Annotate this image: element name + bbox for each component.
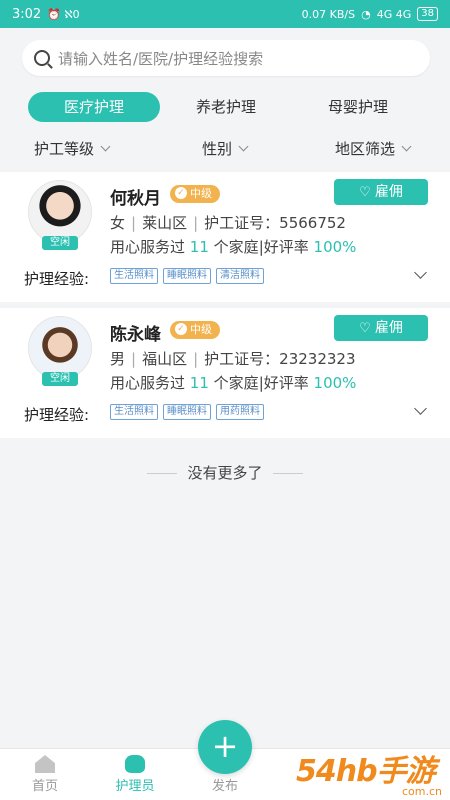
cert-label: 护工证号： [204, 214, 280, 232]
signal-icon: 4G 4G [376, 7, 412, 21]
caregiver-card[interactable]: 空闲 何秋月 中级 ♡雇佣 女 | 莱山区 | 护工证号：5566752 用心服务过 1… [0, 172, 450, 302]
tab-elderly-care[interactable]: 养老护理 [160, 92, 292, 122]
search-placeholder: 请输入姓名/医院/护理经验搜索 [58, 49, 264, 68]
battery-icon: 38 [417, 7, 438, 21]
caregiver-name: 何秋月 [110, 189, 161, 209]
families-count: 11 [189, 374, 209, 392]
experience-label: 护理经验: [24, 270, 90, 288]
home-icon [35, 755, 55, 773]
service-summary: 用心服务过 11 个家庭|好评率 100% [110, 236, 356, 257]
cert-number: 23232323 [279, 350, 356, 368]
experience-tag: 生活照料 [110, 268, 158, 284]
experience-tag: 生活照料 [110, 404, 158, 420]
tab-maternal-care[interactable]: 母婴护理 [292, 92, 424, 122]
end-of-list: 没有更多了 [0, 462, 450, 483]
district-text: 福山区 [142, 350, 188, 368]
filter-level[interactable]: 护工等级 [34, 138, 111, 159]
status-badge: 空闲 [42, 372, 78, 386]
wifi-icon: ◔ [361, 7, 371, 21]
filter-gender[interactable]: 性别 [202, 138, 249, 159]
filter-bar: 护工等级 性别 地区筛选 [0, 138, 450, 162]
tab-medical-care[interactable]: 医疗护理 [28, 92, 160, 122]
gender-text: 男 [110, 350, 126, 368]
divider: | [131, 214, 137, 232]
hire-label: 雇佣 [374, 184, 403, 200]
level-badge: 中级 [170, 321, 220, 339]
service-suffix: 个家庭 [213, 374, 259, 392]
caregiver-name: 陈永峰 [110, 325, 161, 345]
tab-home[interactable]: 首页 [10, 755, 80, 794]
experience-tag: 睡眠照料 [163, 404, 211, 420]
publish-label: 发布 [211, 779, 238, 794]
tab-nurse-label: 护理员 [115, 779, 155, 794]
divider [147, 473, 178, 474]
nurse-icon [125, 755, 145, 773]
rating-value: 100% [313, 238, 357, 256]
status-badge: 空闲 [42, 236, 78, 250]
service-suffix: 个家庭 [213, 238, 259, 256]
caregiver-info: 男 | 福山区 | 护工证号：23232323 [110, 348, 356, 369]
rating-label: 好评率 [263, 238, 309, 256]
publish-button[interactable]: + [198, 720, 252, 774]
hire-button[interactable]: ♡ 雇佣 [334, 315, 428, 341]
chevron-down-icon[interactable] [414, 404, 426, 416]
cert-number: 5566752 [279, 214, 346, 232]
service-prefix: 用心服务过 [110, 238, 186, 256]
caregiver-info: 女 | 莱山区 | 护工证号：5566752 [110, 212, 346, 233]
watermark-logo: 54hb手游网 com.cn [296, 744, 446, 800]
service-prefix: 用心服务过 [110, 374, 186, 392]
divider [272, 473, 303, 474]
heart-icon: ♡ [359, 185, 371, 200]
hire-button[interactable]: ♡ 雇佣 [334, 179, 428, 205]
chevron-down-icon[interactable] [414, 268, 426, 280]
families-count: 11 [189, 238, 209, 256]
experience-tags: 生活照料 睡眠照料 清洁照料 [110, 268, 264, 284]
filter-region[interactable]: 地区筛选 [335, 138, 412, 159]
search-input[interactable]: 请输入姓名/医院/护理经验搜索 [22, 40, 430, 76]
tab-home-label: 首页 [31, 779, 58, 794]
divider: | [193, 214, 199, 232]
divider: | [193, 350, 199, 368]
avatar [28, 180, 92, 244]
watermark-subtext: com.cn [401, 785, 442, 798]
network-speed: 0.07 KB/S [301, 7, 356, 21]
rating-value: 100% [313, 374, 357, 392]
chevron-down-icon [238, 141, 249, 152]
level-badge: 中级 [170, 185, 220, 203]
filter-gender-label: 性别 [202, 140, 233, 158]
hire-label: 雇佣 [374, 320, 403, 336]
experience-tag: 睡眠照料 [163, 268, 211, 284]
chevron-down-icon [100, 141, 111, 152]
avatar [28, 316, 92, 380]
experience-tags: 生活照料 睡眠照料 用药照料 [110, 404, 264, 420]
district-text: 莱山区 [142, 214, 188, 232]
filter-level-label: 护工等级 [34, 140, 95, 158]
search-icon [34, 50, 50, 66]
experience-tag: 清洁照料 [216, 268, 264, 284]
experience-label: 护理经验: [24, 406, 90, 424]
gender-text: 女 [110, 214, 126, 232]
cert-label: 护工证号： [204, 350, 280, 368]
category-tabs: 医疗护理 养老护理 母婴护理 [28, 92, 428, 122]
time-text: 3:02 [12, 6, 42, 22]
status-bar: 3:02 ⏰ ℵ0 0.07 KB/S ◔ 4G 4G 38 [0, 0, 450, 28]
service-summary: 用心服务过 11 个家庭|好评率 100% [110, 372, 356, 393]
heart-icon: ♡ [359, 321, 371, 336]
filter-region-label: 地区筛选 [335, 140, 396, 158]
caregiver-card[interactable]: 空闲 陈永峰 中级 ♡雇佣 男 | 福山区 | 护工证号：23232323 用心服务过 … [0, 308, 450, 438]
experience-tag: 用药照料 [216, 404, 264, 420]
tab-nurse[interactable]: 护理员 [100, 755, 170, 794]
no-more-text: 没有更多了 [187, 464, 263, 482]
divider: | [131, 350, 137, 368]
alarm-icon: ⏰ ℵ0 [47, 7, 80, 21]
chevron-down-icon [401, 141, 412, 152]
rating-label: 好评率 [263, 374, 309, 392]
